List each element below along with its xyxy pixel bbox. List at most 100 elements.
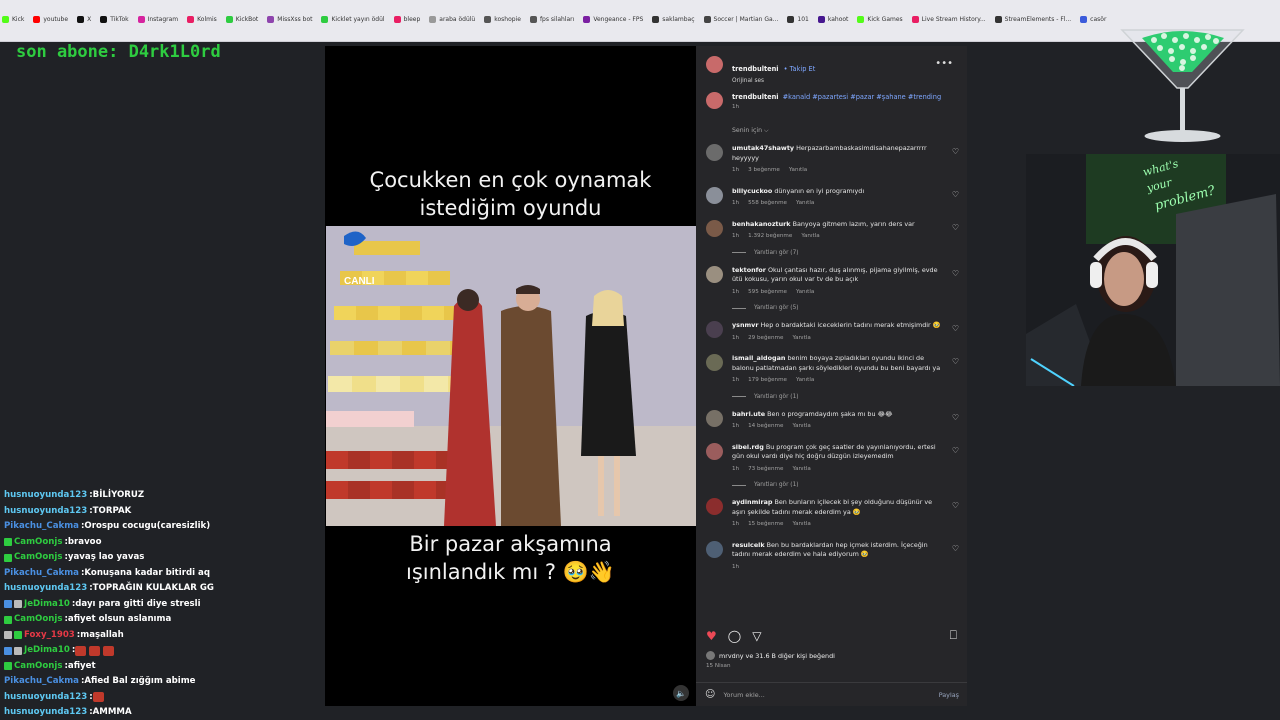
bookmark-item[interactable]: Soccer | Martian Ga... bbox=[703, 16, 778, 23]
bookmark-item[interactable]: Instagram bbox=[137, 16, 178, 23]
bookmark-item[interactable]: koshopie bbox=[484, 16, 521, 23]
reply-button[interactable]: Yanıtla bbox=[796, 199, 814, 209]
mute-button[interactable]: 🔈 bbox=[673, 685, 689, 701]
post-comment-button[interactable]: Paylaş bbox=[939, 691, 959, 699]
bookmark-item[interactable]: Kolmis bbox=[187, 16, 217, 23]
chat-username[interactable]: Pikachu_Cakma bbox=[4, 519, 79, 535]
comment-likes[interactable]: 29 beğenme bbox=[748, 334, 783, 344]
reply-button[interactable]: Yanıtla bbox=[789, 166, 807, 176]
comment-avatar[interactable] bbox=[706, 265, 723, 283]
reply-button[interactable]: Yanıtla bbox=[792, 520, 810, 530]
comment-likes[interactable]: 3 beğenme bbox=[748, 166, 780, 176]
caption-avatar[interactable] bbox=[706, 92, 723, 109]
comment-likes[interactable]: 558 beğenme bbox=[748, 199, 787, 209]
comment-like-heart-icon[interactable]: ♡ bbox=[952, 269, 959, 278]
audio-label[interactable]: Orijinal ses bbox=[732, 78, 815, 84]
comment-likes[interactable]: 179 beğenme bbox=[748, 376, 787, 386]
caption-tags[interactable]: #kanald #pazartesi #pazar #şahane #trend… bbox=[783, 93, 941, 101]
comment-likes[interactable]: 595 beğenme bbox=[748, 288, 787, 298]
chat-username[interactable]: husnuoyunda123 bbox=[4, 581, 87, 597]
chat-username[interactable]: Foxy_1903 bbox=[24, 628, 75, 644]
bookmark-item[interactable]: saklambaç bbox=[652, 16, 695, 23]
comment-username[interactable]: ysnmvr bbox=[732, 321, 759, 329]
reply-button[interactable]: Yanıtla bbox=[792, 465, 810, 475]
bookmark-item[interactable]: Kick Games bbox=[857, 16, 903, 23]
comment-likes[interactable]: 14 beğenme bbox=[748, 422, 783, 432]
comment-username[interactable]: aydinmirap bbox=[732, 498, 772, 506]
bookmark-item[interactable]: araba ödülü bbox=[429, 16, 475, 23]
comment-username[interactable]: billycuckoo bbox=[732, 187, 772, 195]
comment-username[interactable]: umutak47shawty bbox=[732, 144, 794, 152]
chat-username[interactable]: JeDima10 bbox=[24, 597, 70, 613]
reply-button[interactable]: Yanıtla bbox=[796, 376, 814, 386]
comment-username[interactable]: benhakanozturk bbox=[732, 220, 791, 228]
comment-sort-dropdown[interactable]: Senin için ⌵ bbox=[732, 127, 769, 135]
like-heart-icon[interactable]: ♥ bbox=[706, 629, 717, 643]
more-options-icon[interactable]: ••• bbox=[935, 58, 953, 69]
view-replies-button[interactable]: Yanıtları gör (1) bbox=[732, 482, 963, 488]
chat-username[interactable]: husnuoyunda123 bbox=[4, 488, 87, 504]
reply-button[interactable]: Yanıtla bbox=[792, 422, 810, 432]
reel-video[interactable]: Çocukken en çok oynamak istediğim oyundu… bbox=[325, 46, 696, 706]
comment-username[interactable]: bahri.ute bbox=[732, 410, 765, 418]
comment-icon[interactable]: ◯ bbox=[728, 629, 741, 643]
comment-like-heart-icon[interactable]: ♡ bbox=[952, 223, 959, 232]
bookmark-item[interactable]: TikTok bbox=[100, 16, 129, 23]
comment-like-heart-icon[interactable]: ♡ bbox=[952, 147, 959, 156]
bookmark-item[interactable]: youtube bbox=[33, 16, 68, 23]
comment-username[interactable]: resulcelk bbox=[732, 541, 765, 549]
comment-avatar[interactable] bbox=[706, 354, 723, 371]
comment-like-heart-icon[interactable]: ♡ bbox=[952, 446, 959, 455]
comment-likes[interactable]: 15 beğenme bbox=[748, 520, 783, 530]
comment-like-heart-icon[interactable]: ♡ bbox=[952, 190, 959, 199]
comment-avatar[interactable] bbox=[706, 409, 723, 427]
bookmark-item[interactable]: fps silahları bbox=[529, 16, 574, 23]
comment-like-heart-icon[interactable]: ♡ bbox=[952, 413, 959, 422]
comment-avatar[interactable] bbox=[706, 442, 723, 460]
caption-user[interactable]: trendbulteni bbox=[732, 93, 779, 101]
emoji-icon[interactable]: ☺ bbox=[705, 689, 715, 700]
comment-like-heart-icon[interactable]: ♡ bbox=[952, 501, 959, 510]
comment-like-heart-icon[interactable]: ♡ bbox=[952, 324, 959, 333]
chat-username[interactable]: husnuoyunda123 bbox=[4, 504, 87, 520]
view-replies-button[interactable]: Yanıtları gör (1) bbox=[732, 394, 963, 400]
author-name[interactable]: trendbulteni bbox=[732, 65, 779, 73]
comment-username[interactable]: ismail_aldogan bbox=[732, 354, 785, 362]
chat-username[interactable]: Pikachu_Cakma bbox=[4, 674, 79, 690]
comment-like-heart-icon[interactable]: ♡ bbox=[952, 544, 959, 553]
chat-username[interactable]: CamOonjs bbox=[14, 535, 62, 551]
author-avatar[interactable] bbox=[706, 56, 723, 73]
comment-input[interactable]: Yorum ekle... bbox=[723, 691, 764, 699]
bookmark-item[interactable]: StreamElements - Fl... bbox=[994, 16, 1071, 23]
likes-summary[interactable]: mrvdny ve 31.6 B diğer kişi beğendi bbox=[706, 651, 835, 660]
comment-avatar[interactable] bbox=[706, 186, 723, 204]
chat-username[interactable]: Pikachu_Cakma bbox=[4, 566, 79, 582]
bookmark-item[interactable]: X bbox=[77, 16, 91, 23]
comment-avatar[interactable] bbox=[706, 498, 723, 515]
bookmark-item[interactable]: Vengeance - FPS bbox=[583, 16, 643, 23]
comment-avatar[interactable] bbox=[706, 540, 723, 558]
comment-username[interactable]: sibel.rdg bbox=[732, 443, 764, 451]
reply-button[interactable]: Yanıtla bbox=[796, 288, 814, 298]
bookmark-item[interactable]: Kicklet yayın ödül bbox=[321, 16, 385, 23]
comment-likes[interactable]: 73 beğenme bbox=[748, 465, 783, 475]
chat-username[interactable]: husnuoyunda123 bbox=[4, 705, 87, 720]
chat-username[interactable]: CamOonjs bbox=[14, 550, 62, 566]
reply-button[interactable]: Yanıtla bbox=[801, 232, 819, 242]
chat-username[interactable]: husnuoyunda123 bbox=[4, 690, 87, 706]
bookmark-icon[interactable]: ⎕ bbox=[950, 628, 957, 643]
comment-avatar[interactable] bbox=[706, 144, 723, 161]
bookmark-item[interactable]: bleep bbox=[393, 16, 420, 23]
bookmark-item[interactable]: Kick bbox=[2, 16, 24, 23]
comment-like-heart-icon[interactable]: ♡ bbox=[952, 357, 959, 366]
bookmark-item[interactable]: KickBot bbox=[225, 16, 258, 23]
bookmark-item[interactable]: MissXss bot bbox=[267, 16, 312, 23]
chat-username[interactable]: CamOonjs bbox=[14, 659, 62, 675]
bookmark-item[interactable]: kahoot bbox=[817, 16, 848, 23]
comment-avatar[interactable] bbox=[706, 321, 723, 338]
share-icon[interactable]: ▽ bbox=[752, 629, 761, 643]
comment-avatar[interactable] bbox=[706, 219, 723, 237]
view-replies-button[interactable]: Yanıtları gör (5) bbox=[732, 305, 963, 311]
view-replies-button[interactable]: Yanıtları gör (7) bbox=[732, 250, 963, 256]
chat-username[interactable]: JeDima10 bbox=[24, 643, 70, 659]
